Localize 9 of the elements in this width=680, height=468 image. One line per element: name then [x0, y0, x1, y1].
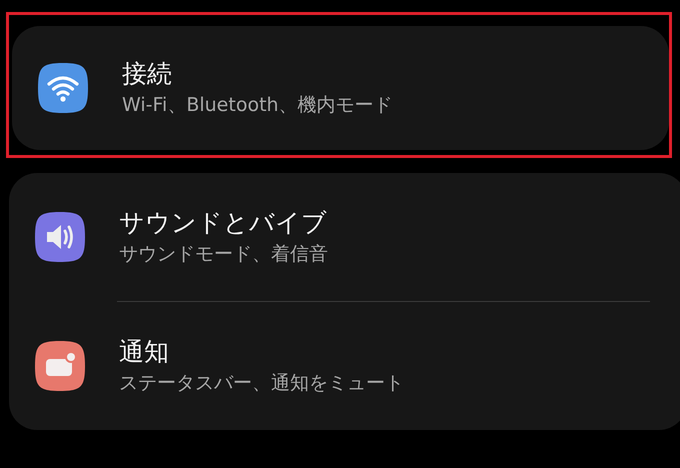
item-title: サウンドとバイブ — [119, 207, 328, 239]
item-subtitle: ステータスバー、通知をミュート — [119, 371, 404, 396]
settings-item[interactable]: 通知 ステータスバー、通知をミュート — [9, 302, 680, 430]
item-subtitle: Wi-Fi、Bluetooth、機内モード — [122, 93, 393, 118]
item-title: 接続 — [122, 58, 173, 90]
settings-item[interactable]: サウンドとバイブ サウンドモード、着信音 — [9, 173, 680, 301]
item-title: 通知 — [119, 336, 170, 368]
settings-item[interactable]: 接続 Wi-Fi、Bluetooth、機内モード — [12, 26, 669, 150]
item-subtitle: サウンドモード、着信音 — [119, 242, 328, 267]
